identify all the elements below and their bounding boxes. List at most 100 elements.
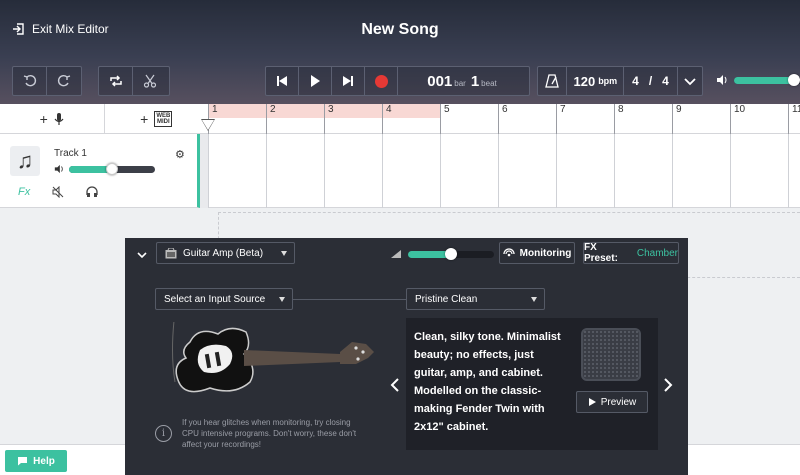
ruler-tick: 5 [440,104,450,134]
ruler-tick: 10 [730,104,745,134]
speaker-icon [717,75,727,85]
electric-guitar-icon [172,322,374,393]
play-icon [311,75,320,87]
mute-icon[interactable] [52,186,64,198]
preset-description-panel: Clean, silky tone. Minimalist beauty; no… [406,318,658,450]
amp-preset-select[interactable]: Pristine Clean [406,288,545,310]
metronome-button[interactable] [538,67,568,95]
fx-button[interactable]: Fx [18,186,30,198]
dropdown-arrow-icon [281,251,287,256]
position-display: 001 bar 1 beat [398,67,529,95]
beat-label: beat [481,79,497,88]
grid-line [498,134,499,208]
amp-volume-slider[interactable] [408,247,494,260]
bar-label: bar [454,79,466,88]
amp-name: Guitar Amp (Beta) [183,247,264,259]
time-sig-top: 4 [632,74,639,88]
amp-volume [391,247,494,260]
loop-button[interactable] [99,67,133,95]
grid-line [672,134,673,208]
grid-line [440,134,441,208]
preview-button[interactable]: Preview [576,391,648,413]
master-volume-knob[interactable] [788,73,800,86]
add-audio-track-button[interactable]: + [0,104,105,133]
add-web-midi-track-button[interactable]: + WEB MIDI [105,104,209,133]
skip-forward-icon [343,76,353,86]
gear-icon[interactable]: ⚙ [175,148,185,161]
record-button[interactable] [365,67,398,95]
info-icon: i [155,425,172,442]
rewind-button[interactable] [266,67,299,95]
tempo-controls: 120 bpm 4 / 4 [537,66,703,96]
master-volume [716,73,800,86]
track-timeline-lane[interactable] [208,134,800,208]
web-midi-icon: WEB MIDI [154,110,173,127]
track-actions: Fx [18,186,98,198]
guitar-amp-panel: Guitar Amp (Beta) Monitoring FX Preset: … [125,238,688,475]
amp-volume-knob[interactable] [445,247,457,260]
fx-preset-button[interactable]: FX Preset: Chamber [583,242,679,264]
bpm-label: bpm [598,76,618,86]
redo-icon [57,74,71,87]
undo-icon [23,74,36,87]
fx-preset-label: FX Preset: [584,242,618,264]
forward-button[interactable] [332,67,365,95]
grid-line [266,134,267,208]
help-label: Help [33,455,55,467]
play-icon [588,398,596,406]
chevron-down-icon [137,252,147,259]
monitoring-button[interactable]: Monitoring [499,242,575,264]
play-button[interactable] [299,67,332,95]
collapse-panel-button[interactable] [137,250,147,263]
amp-select[interactable]: Guitar Amp (Beta) [156,242,295,264]
track-volume-knob[interactable] [106,162,118,175]
input-source-value: Select an Input Source [164,293,266,305]
grid-line [324,134,325,208]
bar-value: 001 [427,73,453,90]
music-note-icon: ♫ [10,146,40,176]
cut-button[interactable] [133,67,167,95]
help-button[interactable]: Help [5,450,67,472]
ruler-tick: 6 [498,104,508,134]
track-volume-slider[interactable] [69,162,155,175]
loop-icon [109,75,122,87]
track-volume [54,162,155,175]
record-icon [374,74,388,88]
input-source-select[interactable]: Select an Input Source [155,288,293,310]
song-title: New Song [361,21,439,38]
next-preset-button[interactable] [663,376,673,397]
plus-icon: + [39,110,48,127]
more-settings-button[interactable] [678,67,702,95]
time-signature[interactable]: 4 / 4 [624,67,678,95]
chevron-left-icon [390,378,399,392]
amp-preset-value: Pristine Clean [415,293,478,305]
playhead-marker[interactable] [202,120,214,130]
redo-button[interactable] [47,67,81,95]
transport-controls: 001 bar 1 beat [265,66,530,96]
ruler-tick: 3 [324,104,334,134]
volume-ramp-icon [391,250,401,258]
loop-cut-group [98,66,170,96]
timeline-ruler[interactable]: 1 2 3 4 5 6 7 8 9 10 11 [208,104,800,134]
preset-description: Clean, silky tone. Minimalist beauty; no… [414,331,561,433]
ruler-tick: 7 [556,104,566,134]
master-volume-slider[interactable] [734,73,800,86]
bpm-value: 120 [573,73,596,89]
grid-line [382,134,383,208]
editor-header: Exit Mix Editor New Song 001 bar 1 beat … [0,0,800,104]
amp-icon [165,247,177,258]
speaker-icon [54,164,63,174]
previous-preset-button[interactable] [390,376,400,397]
track-name[interactable]: Track 1 [54,148,87,159]
beat-value: 1 [470,73,480,90]
web-midi-line1: WEB [156,112,171,119]
speaker-cabinet-icon [581,328,641,381]
master-volume-fill [734,76,794,84]
preview-label: Preview [600,396,637,408]
grid-line [788,134,789,208]
headphones-icon[interactable] [86,186,98,198]
undo-button[interactable] [13,67,47,95]
ruler-tick: 11 [788,104,800,134]
tempo-display[interactable]: 120 bpm [567,67,625,95]
scissors-icon [143,74,157,88]
